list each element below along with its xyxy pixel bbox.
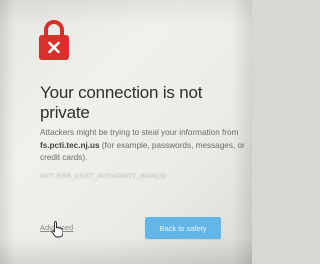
error-code: NET::ERR_CERT_AUTHORITY_INVALID [40, 173, 167, 180]
warning-description: Attackers might be trying to steal your … [40, 127, 248, 165]
description-text-start: Attackers might be trying to steal your … [40, 128, 239, 137]
hand-cursor-icon [51, 221, 63, 238]
page-title: Your connection is not private [40, 83, 203, 122]
back-to-safety-button[interactable]: Back to safety [145, 217, 221, 239]
lock-error-icon [39, 20, 69, 60]
privacy-error-page: Your connection is not private Attackers… [0, 0, 252, 264]
site-domain: fs.pcti.tec.nj.us [40, 140, 100, 150]
